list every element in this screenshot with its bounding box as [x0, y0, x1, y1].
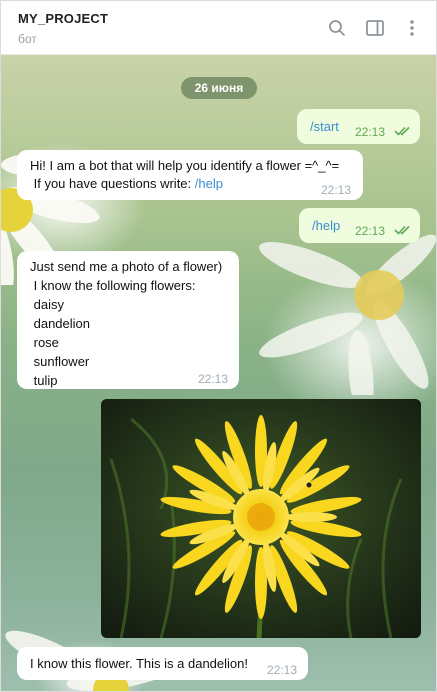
message-time: 22:13 [355, 125, 386, 139]
message-text: I know this flower. This is a dandelion! [30, 656, 248, 671]
chat-header: MY_PROJECT бот [1, 1, 436, 55]
sidebar-panel-icon[interactable] [364, 17, 386, 39]
help-command-link[interactable]: /help [195, 176, 223, 191]
message-text[interactable]: /help [312, 216, 340, 235]
read-checkmarks-icon [394, 225, 410, 235]
message-time: 22:13 [321, 183, 352, 197]
message-line: If you have questions write: [30, 176, 195, 191]
flower-list-item: daisy [30, 297, 64, 312]
message-time: 22:13 [198, 372, 229, 386]
date-separator: 26 июня [181, 77, 257, 99]
flower-list-item: rose [30, 335, 59, 350]
read-checkmarks-icon [394, 126, 410, 136]
search-icon[interactable] [326, 17, 348, 39]
dandelion-icon [101, 399, 421, 638]
message-time: 22:13 [355, 224, 386, 238]
message-line: Hi! I am a bot that will help you identi… [30, 158, 340, 173]
message-line: I know the following flowers: [30, 278, 196, 293]
incoming-message[interactable]: Hi! I am a bot that will help you identi… [17, 150, 363, 200]
flower-list-item: sunflower [30, 354, 90, 369]
chat-title[interactable]: MY_PROJECT [18, 11, 108, 26]
background-daisy-icon [259, 234, 436, 395]
outgoing-message[interactable]: /start 22:13 [297, 109, 420, 144]
incoming-message[interactable]: Just send me a photo of a flower) I know… [17, 251, 239, 389]
chat-window: MY_PROJECT бот 26 июня /start 22:13 Hi! … [0, 0, 437, 692]
flower-list-item: dandelion [30, 316, 90, 331]
flower-list-item: tulip [30, 373, 58, 388]
message-line: Just send me a photo of a flower) [30, 259, 223, 274]
dandelion-photo[interactable] [101, 399, 421, 638]
chat-history[interactable]: 26 июня /start 22:13 Hi! I am a bot that… [1, 55, 436, 691]
incoming-message[interactable]: I know this flower. This is a dandelion!… [17, 647, 308, 680]
message-text[interactable]: /start [310, 117, 339, 136]
chat-subtitle: бот [18, 32, 37, 46]
message-time: 22:13 [267, 663, 298, 677]
more-vertical-icon[interactable] [401, 17, 423, 39]
outgoing-message[interactable]: /help 22:13 [299, 208, 420, 243]
